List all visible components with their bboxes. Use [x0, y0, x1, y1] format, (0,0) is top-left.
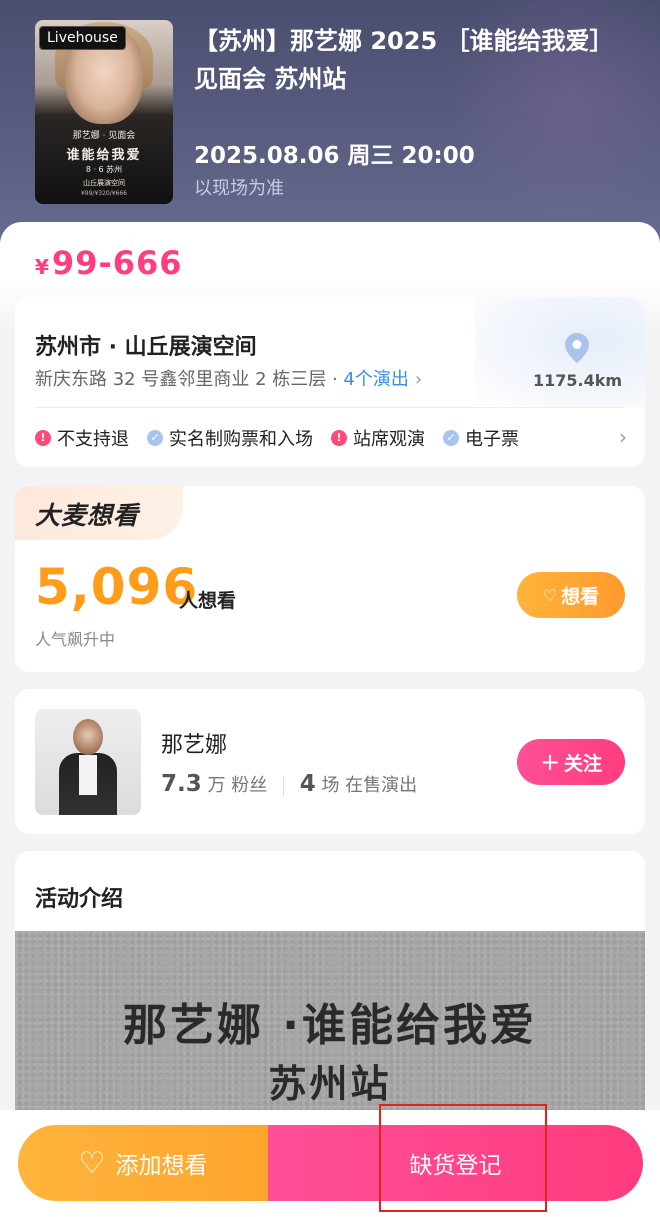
- policy-tag: ! 站席观演: [331, 425, 425, 451]
- venue-address-line: 新庆东路 32 号鑫邻里商业 2 栋三层 · 4个演出 ›: [35, 365, 422, 391]
- follow-button[interactable]: + 关注: [517, 739, 625, 785]
- chevron-right-icon[interactable]: ›: [619, 425, 627, 449]
- add-want-button[interactable]: ♡ 添加想看: [18, 1125, 268, 1201]
- banner-text: 那艺娜 ·谁能给我爱: [122, 1000, 538, 1051]
- want-badge-text: 大麦想看: [35, 501, 140, 530]
- venue-map-background: [475, 297, 645, 407]
- stockout-register-label: 缺货登记: [409, 1153, 502, 1179]
- poster-line: 8 · 6 苏州: [85, 165, 123, 174]
- shows-unit: 场 在售演出: [321, 775, 418, 796]
- intro-title: 活动介绍: [35, 887, 124, 912]
- event-datetime: 2025.08.06 周三 20:00: [194, 143, 475, 169]
- artist-avatar[interactable]: [35, 709, 141, 815]
- poster-line: 那艺娜 · 见面会: [72, 131, 136, 141]
- location-pin-icon[interactable]: [565, 333, 589, 363]
- heart-plus-icon: ♡: [542, 585, 558, 605]
- venue-distance: 1175.4km: [532, 371, 623, 390]
- ticket-policy-tags[interactable]: ! 不支持退 ✓ 实名制购票和入场 ! 站席观演 ✓ 电子票: [35, 425, 537, 451]
- event-title: 【苏州】那艺娜 2025 ［谁能给我爱］见面会 苏州站: [194, 27, 614, 93]
- event-poster[interactable]: Livehouse 那艺娜 · 见面会 谁能给我爱 8 · 6 苏州 山丘展演空…: [35, 20, 173, 204]
- venue-shows-link[interactable]: 4个演出: [343, 369, 408, 390]
- heart-plus-icon: ♡: [78, 1145, 106, 1181]
- artist-name: 那艺娜: [161, 733, 228, 758]
- policy-tag: ! 不支持退: [35, 425, 129, 451]
- divider: [282, 776, 284, 796]
- popularity-note: 人气飙升中: [35, 630, 116, 649]
- price-range: ¥99-666: [35, 244, 183, 282]
- bottom-button-group: ♡ 添加想看 缺货登记: [18, 1125, 643, 1201]
- currency-symbol: ¥: [35, 255, 50, 279]
- livehouse-tag: Livehouse: [39, 26, 126, 50]
- poster-line: ¥99/¥320/¥666: [80, 190, 128, 197]
- check-icon: ✓: [147, 430, 163, 446]
- plus-icon: +: [539, 748, 561, 776]
- poster-line: 山丘展演空间: [83, 179, 125, 187]
- policy-tag-label: 站席观演: [353, 429, 425, 450]
- divider: [35, 407, 625, 408]
- damai-want-badge: 大麦想看: [15, 486, 183, 540]
- want-button[interactable]: ♡ 想看: [517, 572, 625, 618]
- date-note: 以现场为准: [194, 178, 284, 199]
- price-range-value: 99-666: [51, 244, 183, 282]
- policy-tag-label: 电子票: [465, 429, 519, 450]
- bottom-action-bar: ♡ 添加想看 缺货登记: [0, 1110, 660, 1217]
- want-count: 5,096: [35, 558, 199, 616]
- fans-unit: 万 粉丝: [207, 775, 268, 796]
- fans-count: 7.3: [161, 771, 202, 797]
- venue-name: 苏州市 · 山丘展演空间: [35, 335, 257, 360]
- policy-tag: ✓ 实名制购票和入场: [147, 425, 313, 451]
- policy-tag-label: 实名制购票和入场: [169, 429, 313, 450]
- follow-button-label: 关注: [564, 752, 603, 775]
- policy-tag-label: 不支持退: [57, 429, 129, 450]
- warning-icon: !: [331, 430, 347, 446]
- warning-icon: !: [35, 430, 51, 446]
- venue-card[interactable]: 苏州市 · 山丘展演空间 新庆东路 32 号鑫邻里商业 2 栋三层 · 4个演出…: [15, 297, 645, 467]
- shows-count: 4: [299, 771, 316, 797]
- poster-line: 谁能给我爱: [66, 148, 142, 163]
- event-header: Livehouse 那艺娜 · 见面会 谁能给我爱 8 · 6 苏州 山丘展演空…: [0, 0, 660, 260]
- want-button-label: 想看: [561, 585, 600, 608]
- artist-stats: 7.3 万 粉丝 4 场 在售演出: [161, 771, 417, 797]
- want-to-see-card: 大麦想看 5,096 人想看 人气飙升中 ♡ 想看: [15, 486, 645, 672]
- policy-tag: ✓ 电子票: [443, 425, 519, 451]
- add-want-label: 添加想看: [115, 1153, 208, 1179]
- banner-text: 苏州站: [268, 1062, 392, 1106]
- avatar-head: [73, 719, 103, 755]
- artist-card[interactable]: 那艺娜 7.3 万 粉丝 4 场 在售演出 + 关注: [15, 689, 645, 834]
- avatar-shirt: [79, 755, 97, 795]
- venue-address: 新庆东路 32 号鑫邻里商业 2 栋三层 ·: [35, 369, 338, 390]
- stockout-register-button[interactable]: 缺货登记: [268, 1125, 643, 1201]
- want-unit: 人想看: [179, 590, 237, 612]
- chevron-right-icon: ›: [414, 369, 423, 390]
- check-icon: ✓: [443, 430, 459, 446]
